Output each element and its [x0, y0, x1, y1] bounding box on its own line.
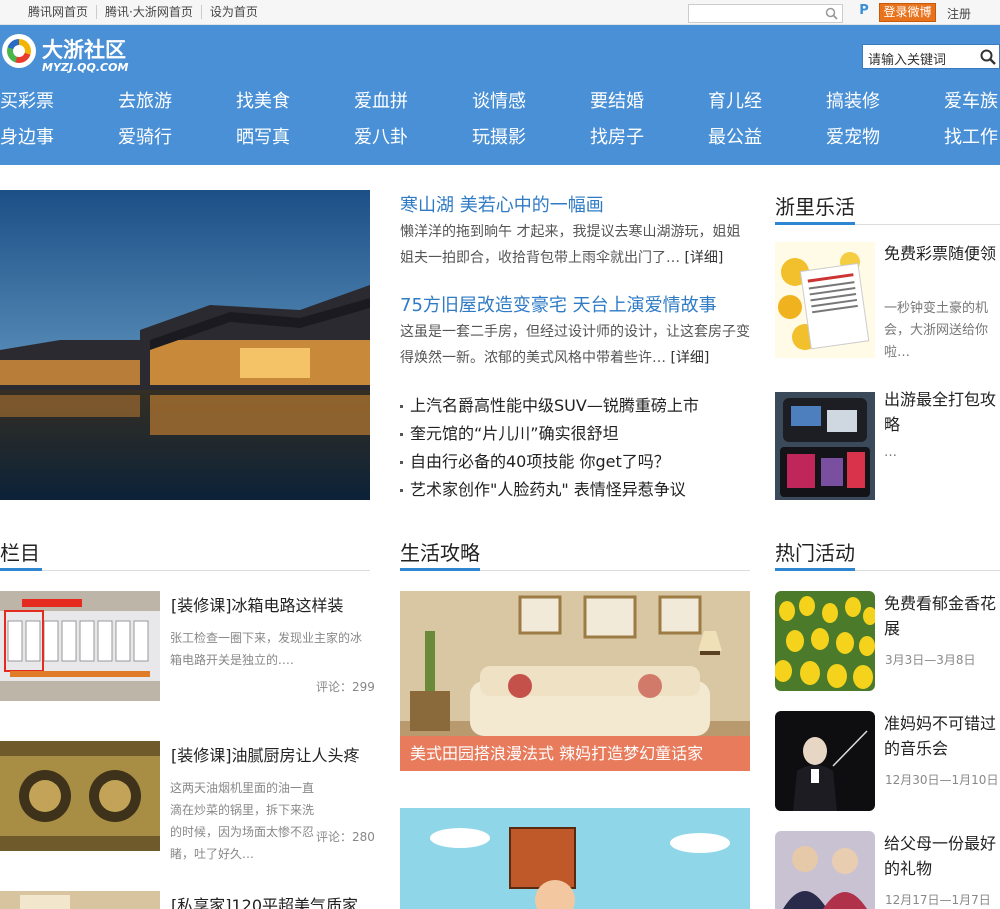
lottery-image[interactable]	[775, 242, 875, 358]
activity-date: 12月17日—1月7日	[885, 893, 991, 907]
activity-title[interactable]: 准妈妈不可错过的音乐会	[884, 711, 1000, 761]
nav-item[interactable]: 爱宠物	[826, 123, 880, 149]
hero-lake-photo[interactable]	[0, 190, 370, 500]
headline-title[interactable]: 75方旧屋改造变豪宅 天台上演爱情故事	[400, 291, 717, 317]
nav-item[interactable]: 最公益	[708, 123, 762, 149]
nav-item[interactable]: 爱骑行	[118, 123, 172, 149]
nav-item[interactable]: 找美食	[236, 87, 290, 113]
top-search-input[interactable]	[688, 4, 843, 23]
logo-text: 大浙社区	[42, 38, 126, 62]
parents-gift-image[interactable]	[775, 831, 875, 909]
logo-mark-icon	[2, 34, 36, 68]
nav-item[interactable]: 晒写真	[236, 123, 290, 149]
category-nav: 买彩票 去旅游 找美食 爱血拼 谈情感 要结婚 育儿经 搞装修 爱车族 身边事 …	[0, 82, 1000, 154]
nav-item[interactable]: 爱八卦	[354, 123, 408, 149]
register-link[interactable]: 注册	[947, 5, 971, 22]
nav-item[interactable]: 找工作	[944, 123, 998, 149]
nav-item[interactable]: 搞装修	[826, 87, 880, 113]
news-item[interactable]: 奎元馆的“片儿川”确实很舒坦	[400, 420, 699, 448]
home-image[interactable]	[0, 891, 160, 909]
nav-item[interactable]: 去旅游	[118, 87, 172, 113]
column-item-desc: 这两天油烟机里面的油一直滴在炒菜的锅里，拆下来洗的时候，因为场面太惨不忍睹，吐了…	[170, 781, 315, 861]
concert-image[interactable]	[775, 711, 875, 811]
nav-item[interactable]: 育儿经	[708, 87, 762, 113]
nav-item[interactable]: 要结婚	[590, 87, 644, 113]
fridge-circuit-image[interactable]	[0, 591, 160, 701]
column-item-desc: 张工检查一圈下来，发现业主家的冰箱电路开关是独立的.…	[170, 631, 363, 667]
weibo-login-button[interactable]: 登录微博	[879, 3, 936, 22]
column-item-title[interactable]: [私享家]120平超美气质家	[171, 892, 358, 909]
activity-date: 12月30日—1月10日	[885, 773, 999, 787]
detail-link[interactable]: [详细]	[670, 350, 709, 366]
nav-item[interactable]: 谈情感	[472, 87, 526, 113]
column-item-title[interactable]: [装修课]冰箱电路这样装	[171, 592, 344, 616]
nav-item[interactable]: 爱车族	[944, 87, 998, 113]
comment-count: 评论：299	[316, 680, 375, 694]
packing-image[interactable]	[775, 392, 875, 500]
link-dazhe-home[interactable]: 腾讯·大浙网首页	[97, 5, 202, 19]
kitchen-hood-image[interactable]	[0, 741, 160, 851]
link-set-homepage[interactable]: 设为首页	[202, 5, 266, 19]
logo-domain: MYZJ.QQ.COM	[42, 61, 129, 74]
column-item-title[interactable]: [装修课]油腻厨房让人头疼	[171, 742, 360, 766]
cartoon-image[interactable]	[400, 808, 750, 909]
news-item[interactable]: 自由行必备的40项技能 你get了吗？	[400, 448, 699, 476]
news-list: 上汽名爵高性能中级SUV—锐腾重磅上市 奎元馆的“片儿川”确实很舒坦 自由行必备…	[400, 392, 699, 504]
nav-row-2: 身边事 爱骑行 晒写真 爱八卦 玩摄影 找房子 最公益 爱宠物 找工作	[0, 118, 1000, 154]
activity-date: 3月3日—3月8日	[885, 653, 976, 667]
nav-item[interactable]: 买彩票	[0, 87, 54, 113]
nav-item[interactable]: 身边事	[0, 123, 54, 149]
side-item-title[interactable]: 出游最全打包攻略	[884, 387, 1000, 437]
section-divider	[0, 570, 370, 571]
activity-title[interactable]: 免费看郁金香花展	[884, 591, 1000, 641]
link-tencent-home[interactable]: 腾讯网首页	[20, 5, 98, 19]
search-icon[interactable]	[825, 7, 838, 20]
side-item-desc: 一秒钟变土豪的机会，大浙网送给你啦…	[884, 301, 989, 360]
top-bar: 腾讯网首页 腾讯·大浙网首页 设为首页 P 登录微博 注册	[0, 0, 1000, 25]
nav-item[interactable]: 爱血拼	[354, 87, 408, 113]
section-accent	[0, 568, 42, 571]
headline-title[interactable]: 寒山湖 美若心中的一幅画	[400, 191, 604, 217]
nav-row-1: 买彩票 去旅游 找美食 爱血拼 谈情感 要结婚 育儿经 搞装修 爱车族	[0, 82, 1000, 118]
search-placeholder: 请输入关键词	[868, 53, 947, 68]
nav-item[interactable]: 玩摄影	[472, 123, 526, 149]
section-accent	[775, 568, 855, 571]
nav-item[interactable]: 找房子	[590, 123, 644, 149]
section-title-lanmu: 栏目	[0, 541, 40, 565]
headline-desc: 懒洋洋的拖到晌午 才起来，我提议去寒山湖游玩，姐姐姐夫一拍即合，收拾背包带上雨伞…	[400, 219, 752, 271]
side-item-desc: …	[884, 445, 897, 460]
section-title-zheli: 浙里乐活	[775, 195, 855, 219]
news-item[interactable]: 上汽名爵高性能中级SUV—锐腾重磅上市	[400, 392, 699, 420]
site-header: 大浙社区 MYZJ.QQ.COM 请输入关键词 买彩票 去旅游 找美食 爱血拼 …	[0, 25, 1000, 165]
side-item-title[interactable]: 免费彩票随便领	[884, 241, 1000, 266]
section-accent	[400, 568, 480, 571]
detail-link[interactable]: [详细]	[684, 250, 723, 266]
header-search-input[interactable]: 请输入关键词	[862, 44, 1000, 69]
section-title-hot: 热门活动	[775, 541, 855, 565]
section-accent	[775, 222, 855, 225]
qq-p-icon[interactable]: P	[856, 3, 872, 21]
tulip-image[interactable]	[775, 591, 875, 691]
news-item[interactable]: 艺术家创作"人脸药丸" 表情怪异惹争议	[400, 476, 699, 504]
headline-desc: 这虽是一套二手房，但经过设计师的设计，让这套房子变得焕然一新。浓郁的美式风格中带…	[400, 319, 752, 371]
top-links: 腾讯网首页 腾讯·大浙网首页 设为首页	[20, 5, 266, 19]
section-title-life: 生活攻略	[400, 541, 480, 565]
comment-count: 评论：280	[316, 830, 375, 844]
life-caption[interactable]: 美式田园搭浪漫法式 辣妈打造梦幻童话家	[400, 736, 750, 771]
search-icon[interactable]	[980, 49, 996, 65]
activity-title[interactable]: 给父母一份最好的礼物	[884, 831, 1000, 881]
